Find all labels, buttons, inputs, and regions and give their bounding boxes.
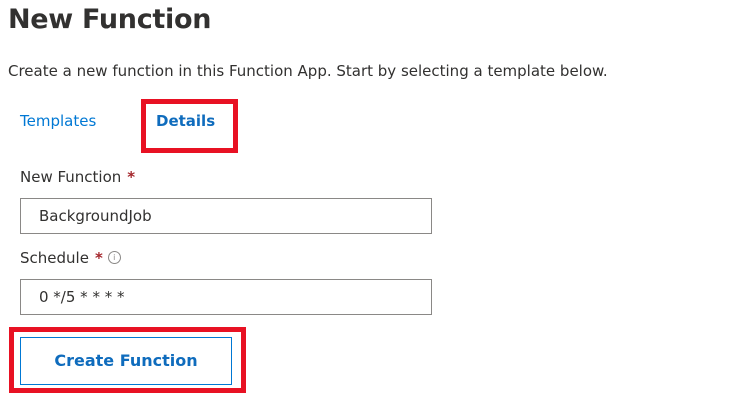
required-marker: *: [127, 168, 136, 186]
schedule-label-text: Schedule: [20, 249, 89, 267]
function-name-label: New Function *: [20, 168, 135, 186]
function-name-input[interactable]: BackgroundJob: [20, 198, 432, 234]
function-name-label-text: New Function: [20, 168, 122, 186]
tab-templates[interactable]: Templates: [20, 112, 96, 130]
info-icon[interactable]: i: [107, 251, 121, 264]
schedule-label: Schedule * i: [20, 249, 121, 267]
create-function-button[interactable]: Create Function: [20, 337, 232, 385]
required-marker: *: [94, 249, 103, 267]
page-title: New Function: [8, 4, 212, 35]
tab-details[interactable]: Details: [156, 112, 215, 130]
page-description: Create a new function in this Function A…: [8, 62, 608, 80]
schedule-input[interactable]: 0 */5 * * * *: [20, 279, 432, 315]
